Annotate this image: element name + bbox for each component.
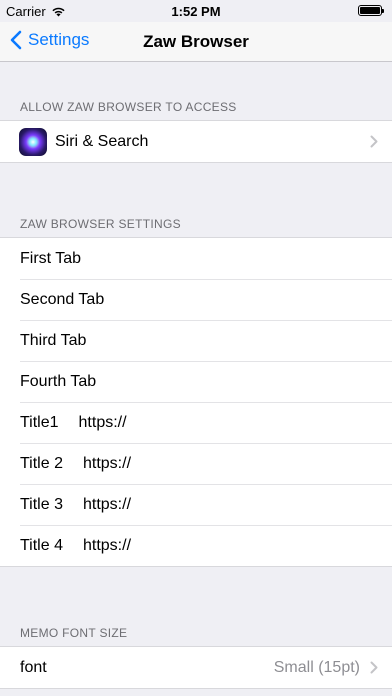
access-group: Siri & Search (0, 120, 392, 163)
tab-setting-fourth[interactable]: Fourth Tab (0, 361, 392, 402)
font-size-value: Small (15pt) (273, 658, 360, 676)
tab-setting-label: Second Tab (20, 290, 105, 308)
title-url: https:// (82, 536, 132, 554)
status-time: 1:52 PM (171, 4, 221, 19)
tab-setting-label: Third Tab (20, 331, 87, 349)
font-label: font (20, 658, 47, 676)
title-url-row-4[interactable]: Title 4 https:// (0, 525, 392, 566)
title-url-row-2[interactable]: Title 2 https:// (0, 443, 392, 484)
chevron-right-icon (370, 135, 378, 148)
siri-search-label: Siri & Search (55, 132, 149, 150)
title-url: https:// (82, 495, 132, 513)
title-url: https:// (82, 454, 132, 472)
title-url: https:// (78, 413, 127, 431)
title-name: Title 4 (20, 536, 63, 554)
memo-section-header: MEMO FONT SIZE (20, 626, 128, 640)
battery-icon (358, 5, 384, 16)
font-size-row[interactable]: font Small (15pt) (0, 647, 392, 688)
tab-setting-label: First Tab (20, 249, 82, 267)
title-name: Title 3 (20, 495, 63, 513)
tab-setting-second[interactable]: Second Tab (0, 279, 392, 320)
title-url-row-1[interactable]: Title1 https:// (0, 402, 392, 443)
tab-setting-third[interactable]: Third Tab (0, 320, 392, 361)
siri-icon (19, 127, 47, 156)
settings-group: First Tab Second Tab Third Tab Fourth Ta… (0, 237, 392, 567)
chevron-right-icon (370, 661, 378, 674)
navigation-bar: Settings Zaw Browser (0, 22, 392, 62)
tab-setting-label: Fourth Tab (20, 372, 97, 390)
access-section-header: ALLOW ZAW BROWSER TO ACCESS (20, 100, 237, 114)
status-bar: Carrier 1:52 PM (0, 0, 392, 22)
siri-search-row[interactable]: Siri & Search (0, 121, 392, 162)
page-title: Zaw Browser (143, 32, 249, 51)
title-name: Title1 (20, 413, 59, 431)
title-url-row-3[interactable]: Title 3 https:// (0, 484, 392, 525)
settings-section-header: ZAW BROWSER SETTINGS (20, 217, 181, 231)
tab-setting-first[interactable]: First Tab (0, 238, 392, 279)
title-name: Title 2 (20, 454, 63, 472)
memo-group: font Small (15pt) (0, 646, 392, 689)
